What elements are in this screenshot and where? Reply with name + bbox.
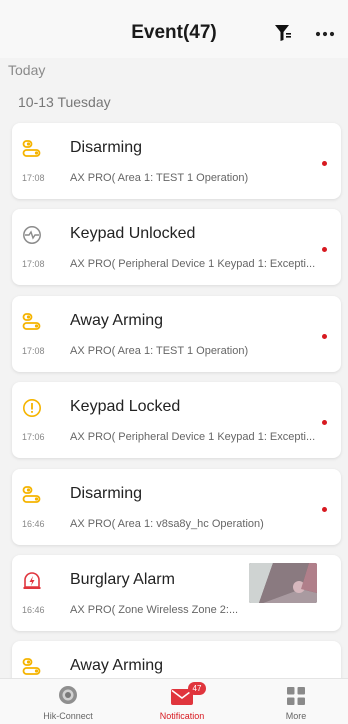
event-time: 17:08 [22,173,45,183]
event-time: 17:08 [22,259,45,269]
tab-label: Hik-Connect [43,711,93,721]
event-time: 17:08 [22,346,45,356]
keypad-unlocked-icon [23,226,41,244]
today-label: Today [8,62,46,78]
tab-label: More [285,711,307,721]
more-grid-icon [287,687,305,705]
event-time: 16:46 [22,519,45,529]
tab-label: Notification [159,711,205,721]
bottom-tab-bar: Hik-Connect 47 Notification More [0,678,348,724]
event-card[interactable]: Away Arming [12,641,341,678]
arm-status-icon [22,140,41,157]
event-title: Keypad Unlocked [70,225,196,242]
arm-status-icon [22,313,41,330]
event-description: AX PRO( Peripheral Device 1 Keypad 1: Ex… [70,258,316,270]
header-bar: Event(47) [0,0,348,58]
event-card[interactable]: Disarming 17:08 AX PRO( Area 1: TEST 1 O… [12,123,341,199]
event-description: AX PRO( Area 1: TEST 1 Operation) [70,345,249,357]
warning-icon [23,399,41,417]
unread-dot [322,161,327,166]
event-card[interactable]: Away Arming 17:08 AX PRO( Area 1: TEST 1… [12,296,341,372]
arm-status-icon [22,486,41,503]
unread-dot [322,247,327,252]
event-title: Burglary Alarm [70,571,175,588]
event-list[interactable]: Disarming 17:08 AX PRO( Area 1: TEST 1 O… [0,118,348,678]
tab-hik-connect[interactable]: Hik-Connect [28,679,108,724]
event-description: AX PRO( Zone Wireless Zone 2:... [70,604,239,616]
alarm-icon [23,572,41,589]
more-icon[interactable] [313,22,337,44]
event-time: 16:46 [22,605,45,615]
arm-status-icon [22,658,41,675]
event-thumbnail[interactable] [249,563,317,603]
tab-more[interactable]: More [256,679,336,724]
unread-dot [322,334,327,339]
event-title: Away Arming [70,657,164,674]
event-title: Away Arming [70,312,164,329]
event-description: AX PRO( Peripheral Device 1 Keypad 1: Ex… [70,431,316,443]
unread-dot [322,420,327,425]
event-description: AX PRO( Area 1: TEST 1 Operation) [70,172,249,184]
tab-notification[interactable]: 47 Notification [142,679,222,724]
date-label: 10-13 Tuesday [18,94,111,110]
event-time: 17:06 [22,432,45,442]
page-title: Event(47) [131,22,217,43]
event-description: AX PRO( Area 1: v8sa8y_hc Operation) [70,518,264,530]
filter-icon[interactable] [272,22,294,44]
unread-dot [322,507,327,512]
event-card[interactable]: Keypad Unlocked 17:08 AX PRO( Peripheral… [12,209,341,285]
notification-badge: 47 [188,682,206,695]
event-title: Disarming [70,485,143,502]
event-card[interactable]: Keypad Locked 17:06 AX PRO( Peripheral D… [12,382,341,458]
event-card[interactable]: Burglary Alarm 16:46 AX PRO( Zone Wirele… [12,555,341,631]
event-card[interactable]: Disarming 16:46 AX PRO( Area 1: v8sa8y_h… [12,469,341,545]
hik-connect-icon [59,686,77,704]
event-title: Keypad Locked [70,398,181,415]
event-title: Disarming [70,139,143,156]
